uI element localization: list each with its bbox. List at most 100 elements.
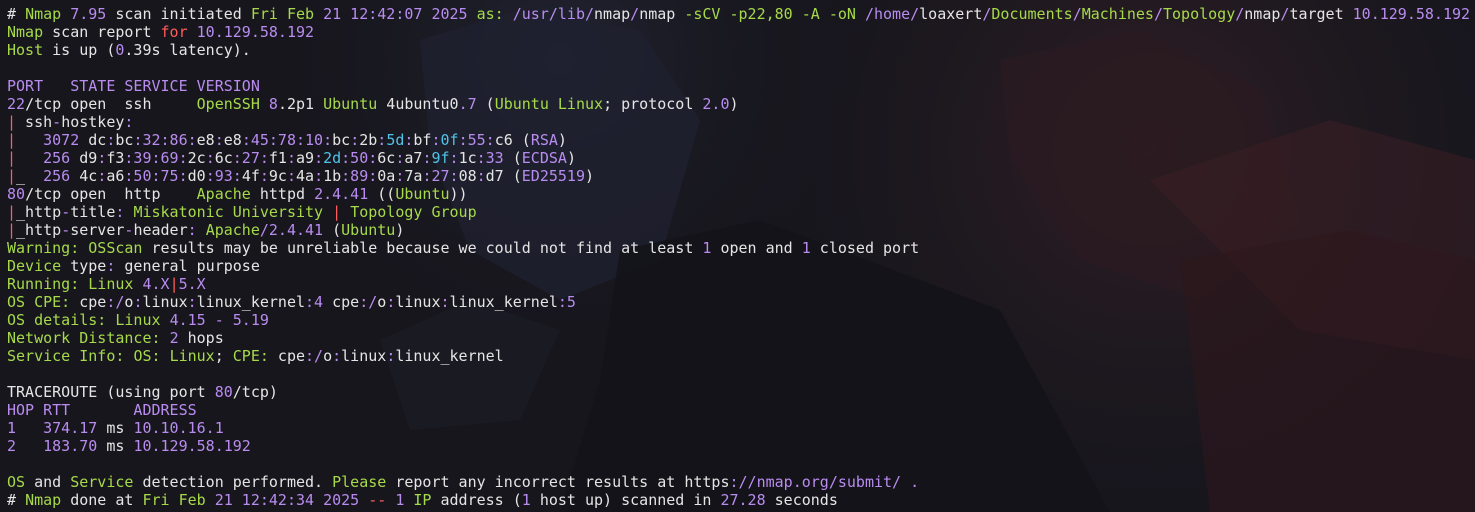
terminal-text: 27.28 — [720, 491, 766, 509]
terminal-text: e8 — [196, 131, 215, 149]
terminal-text: # — [7, 5, 26, 23]
terminal-line: Device type: general purpose — [7, 257, 1475, 275]
terminal-text: 8 — [268, 95, 278, 113]
terminal-text: Apache — [196, 185, 251, 203]
terminal-text: 2.0 — [702, 95, 730, 113]
terminal-text: : — [386, 347, 396, 365]
terminal-text: : — [431, 131, 441, 149]
terminal-text: OS: — [133, 347, 161, 365]
terminal-line: |_http-server-header: Apache/2.4.41 (Ubu… — [7, 221, 1475, 239]
terminal-text: .7 — [458, 95, 477, 113]
terminal-text: Network Distance: — [7, 329, 161, 347]
terminal-text: 10.129.58.192 — [196, 23, 315, 41]
terminal-text: :89: — [341, 167, 378, 185]
terminal-text: # — [7, 491, 26, 509]
terminal-text: linux — [395, 293, 441, 311]
terminal-text: 2c — [187, 149, 206, 167]
terminal-text: /2.4.41 — [259, 221, 324, 239]
terminal-text: _http — [16, 221, 62, 239]
terminal-line: | 256 d9:f3:39:69:2c:6c:27:f1:a9:2d:50:6… — [7, 149, 1475, 167]
terminal-text: nmap — [1244, 5, 1281, 23]
terminal-text: 10.129.58.192 — [1352, 5, 1471, 23]
terminal-text: address ( — [431, 491, 522, 509]
terminal-text: Nmap — [25, 5, 62, 23]
terminal-line: Host is up (0.39s latency). — [7, 41, 1475, 59]
terminal-text: details: — [34, 311, 107, 329]
terminal-text: / — [630, 5, 640, 23]
terminal-text: Nmap — [7, 23, 44, 41]
terminal-text: linux_kernel — [196, 293, 306, 311]
terminal-text: Fri Feb — [250, 5, 315, 23]
terminal-text: TRACEROUTE (using port — [7, 383, 215, 401]
terminal-text: Ubuntu Linux — [494, 95, 604, 113]
terminal-text: 08 — [458, 167, 477, 185]
terminal-text: general purpose — [115, 257, 260, 275]
terminal-text: nmap — [594, 5, 631, 23]
terminal-text: 5.X — [178, 275, 206, 293]
terminal-text: bc — [115, 131, 134, 149]
terminal-text: 4a — [296, 167, 315, 185]
terminal-text: -p22,80 — [729, 5, 793, 23]
terminal-line: Warning: OSScan results may be unreliabl… — [7, 239, 1475, 257]
terminal-text: ms — [97, 437, 134, 455]
terminal-text: Nmap — [25, 491, 62, 509]
terminal-text: 2b — [359, 131, 378, 149]
terminal-text: /tcp) — [232, 383, 278, 401]
terminal-text: and — [25, 473, 71, 491]
terminal-text: : — [187, 221, 197, 239]
terminal-text: OSScan — [88, 239, 143, 257]
terminal-text: bc — [332, 131, 351, 149]
terminal-text: /home/ — [864, 5, 920, 23]
terminal-text: open and — [711, 239, 802, 257]
terminal-text: : — [205, 149, 215, 167]
terminal-text: :/ — [359, 293, 378, 311]
terminal-text: 7.95 — [70, 5, 107, 23]
terminal-text: bf — [413, 131, 432, 149]
terminal-text: hostkey — [61, 113, 125, 131]
terminal-text: | — [7, 167, 17, 185]
terminal-text: ( — [323, 221, 342, 239]
terminal-text: : — [449, 149, 459, 167]
terminal-output[interactable]: # Nmap 7.95 scan initiated Fri Feb 21 12… — [7, 5, 1475, 509]
terminal-text: ssh — [16, 113, 53, 131]
terminal-text: a7 — [404, 149, 423, 167]
terminal-text: f3 — [106, 149, 125, 167]
terminal-line: |_http-title: Miskatonic University | To… — [7, 203, 1475, 221]
terminal-line: # Nmap done at Fri Feb 21 12:42:34 2025 … — [7, 491, 1475, 509]
terminal-text: d0 — [187, 167, 206, 185]
terminal-text: loaxert — [919, 5, 983, 23]
terminal-text: is up ( — [43, 41, 116, 59]
terminal-line: Network Distance: 2 hops — [7, 329, 1475, 347]
terminal-line: HOP RTT ADDRESS — [7, 401, 1475, 419]
terminal-text: Service — [70, 473, 134, 491]
terminal-text: d7 ( — [485, 167, 522, 185]
terminal-text: ) — [557, 131, 567, 149]
terminal-text: CPE: — [232, 347, 269, 365]
terminal-line: 2 183.70 ms 10.129.58.192 — [7, 437, 1475, 455]
terminal-text: :32:86: — [133, 131, 197, 149]
terminal-text: host up) scanned in — [530, 491, 721, 509]
terminal-text: 256 — [43, 167, 71, 185]
terminal-text: 2d — [323, 149, 342, 167]
terminal-text: 10.10.16.1 — [133, 419, 224, 437]
terminal-text: / — [1235, 5, 1245, 23]
terminal-text: :4 — [305, 293, 324, 311]
terminal-text: o — [323, 347, 333, 365]
terminal-text: : — [259, 167, 269, 185]
terminal-text: HOP RTT ADDRESS — [7, 401, 197, 419]
terminal-line: 1 374.17 ms 10.10.16.1 — [7, 419, 1475, 437]
terminal-text: 256 — [43, 149, 71, 167]
terminal-text: .39s latency). — [124, 41, 251, 59]
terminal-window[interactable]: # Nmap 7.95 scan initiated Fri Feb 21 12… — [0, 0, 1475, 512]
terminal-text: :55: — [458, 131, 495, 149]
terminal-text: :45:78:10: — [241, 131, 333, 149]
terminal-text: done at — [61, 491, 143, 509]
terminal-text: 0a — [377, 167, 396, 185]
terminal-text: results may be unreliable because we cou… — [142, 239, 703, 257]
terminal-text: : — [286, 149, 296, 167]
